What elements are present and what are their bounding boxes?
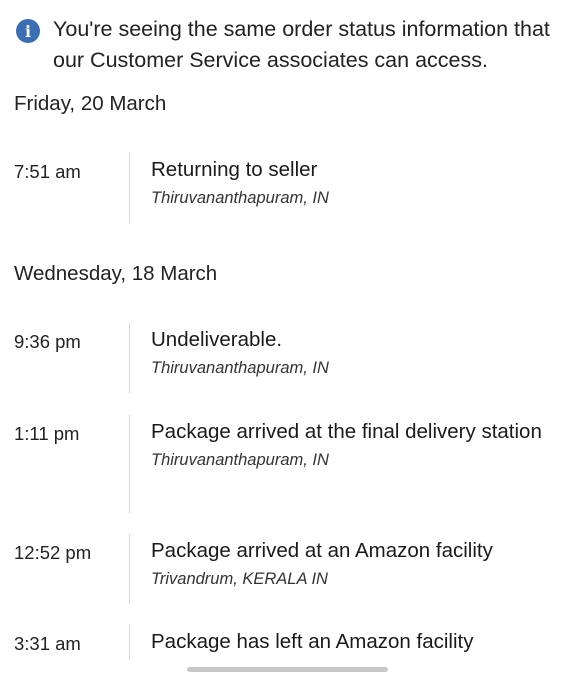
event-time: 3:31 am: [14, 633, 81, 654]
event-status: Returning to seller: [151, 158, 318, 181]
event-details: Undeliverable. Thiruvananthapuram, IN: [151, 325, 551, 378]
day-heading: Friday, 20 March: [14, 92, 167, 115]
home-indicator[interactable]: [187, 667, 388, 672]
event-location: Trivandrum, KERALA IN: [151, 570, 328, 588]
event-details: Package arrived at the final delivery st…: [151, 417, 551, 470]
timeline-divider: [129, 415, 130, 513]
event-status: Package arrived at the final delivery st…: [151, 420, 542, 443]
event-location: Thiruvananthapuram, IN: [151, 189, 329, 207]
info-icon: i: [16, 19, 40, 43]
timeline-divider: [129, 534, 130, 604]
order-tracking-page: i You're seeing the same order status in…: [0, 0, 575, 682]
event-details: Package has left an Amazon facility: [151, 627, 551, 656]
timeline-divider: [129, 153, 130, 223]
event-status: Undeliverable.: [151, 328, 283, 351]
info-notice-text: You're seeing the same order status info…: [53, 17, 550, 72]
event-time: 7:51 am: [14, 161, 81, 182]
event-status: Package has left an Amazon facility: [151, 630, 474, 653]
info-notice: i You're seeing the same order status in…: [16, 14, 561, 76]
event-status: Package arrived at an Amazon facility: [151, 539, 493, 562]
timeline-divider: [129, 323, 130, 393]
event-location: Thiruvananthapuram, IN: [151, 451, 329, 469]
day-heading: Wednesday, 18 March: [14, 262, 218, 285]
event-details: Returning to seller Thiruvananthapuram, …: [151, 155, 551, 208]
event-time: 1:11 pm: [14, 423, 80, 444]
event-time: 12:52 pm: [14, 542, 92, 563]
event-location: Thiruvananthapuram, IN: [151, 359, 329, 377]
event-details: Package arrived at an Amazon facility Tr…: [151, 536, 551, 589]
timeline-divider: [129, 625, 130, 660]
event-time: 9:36 pm: [14, 331, 81, 352]
